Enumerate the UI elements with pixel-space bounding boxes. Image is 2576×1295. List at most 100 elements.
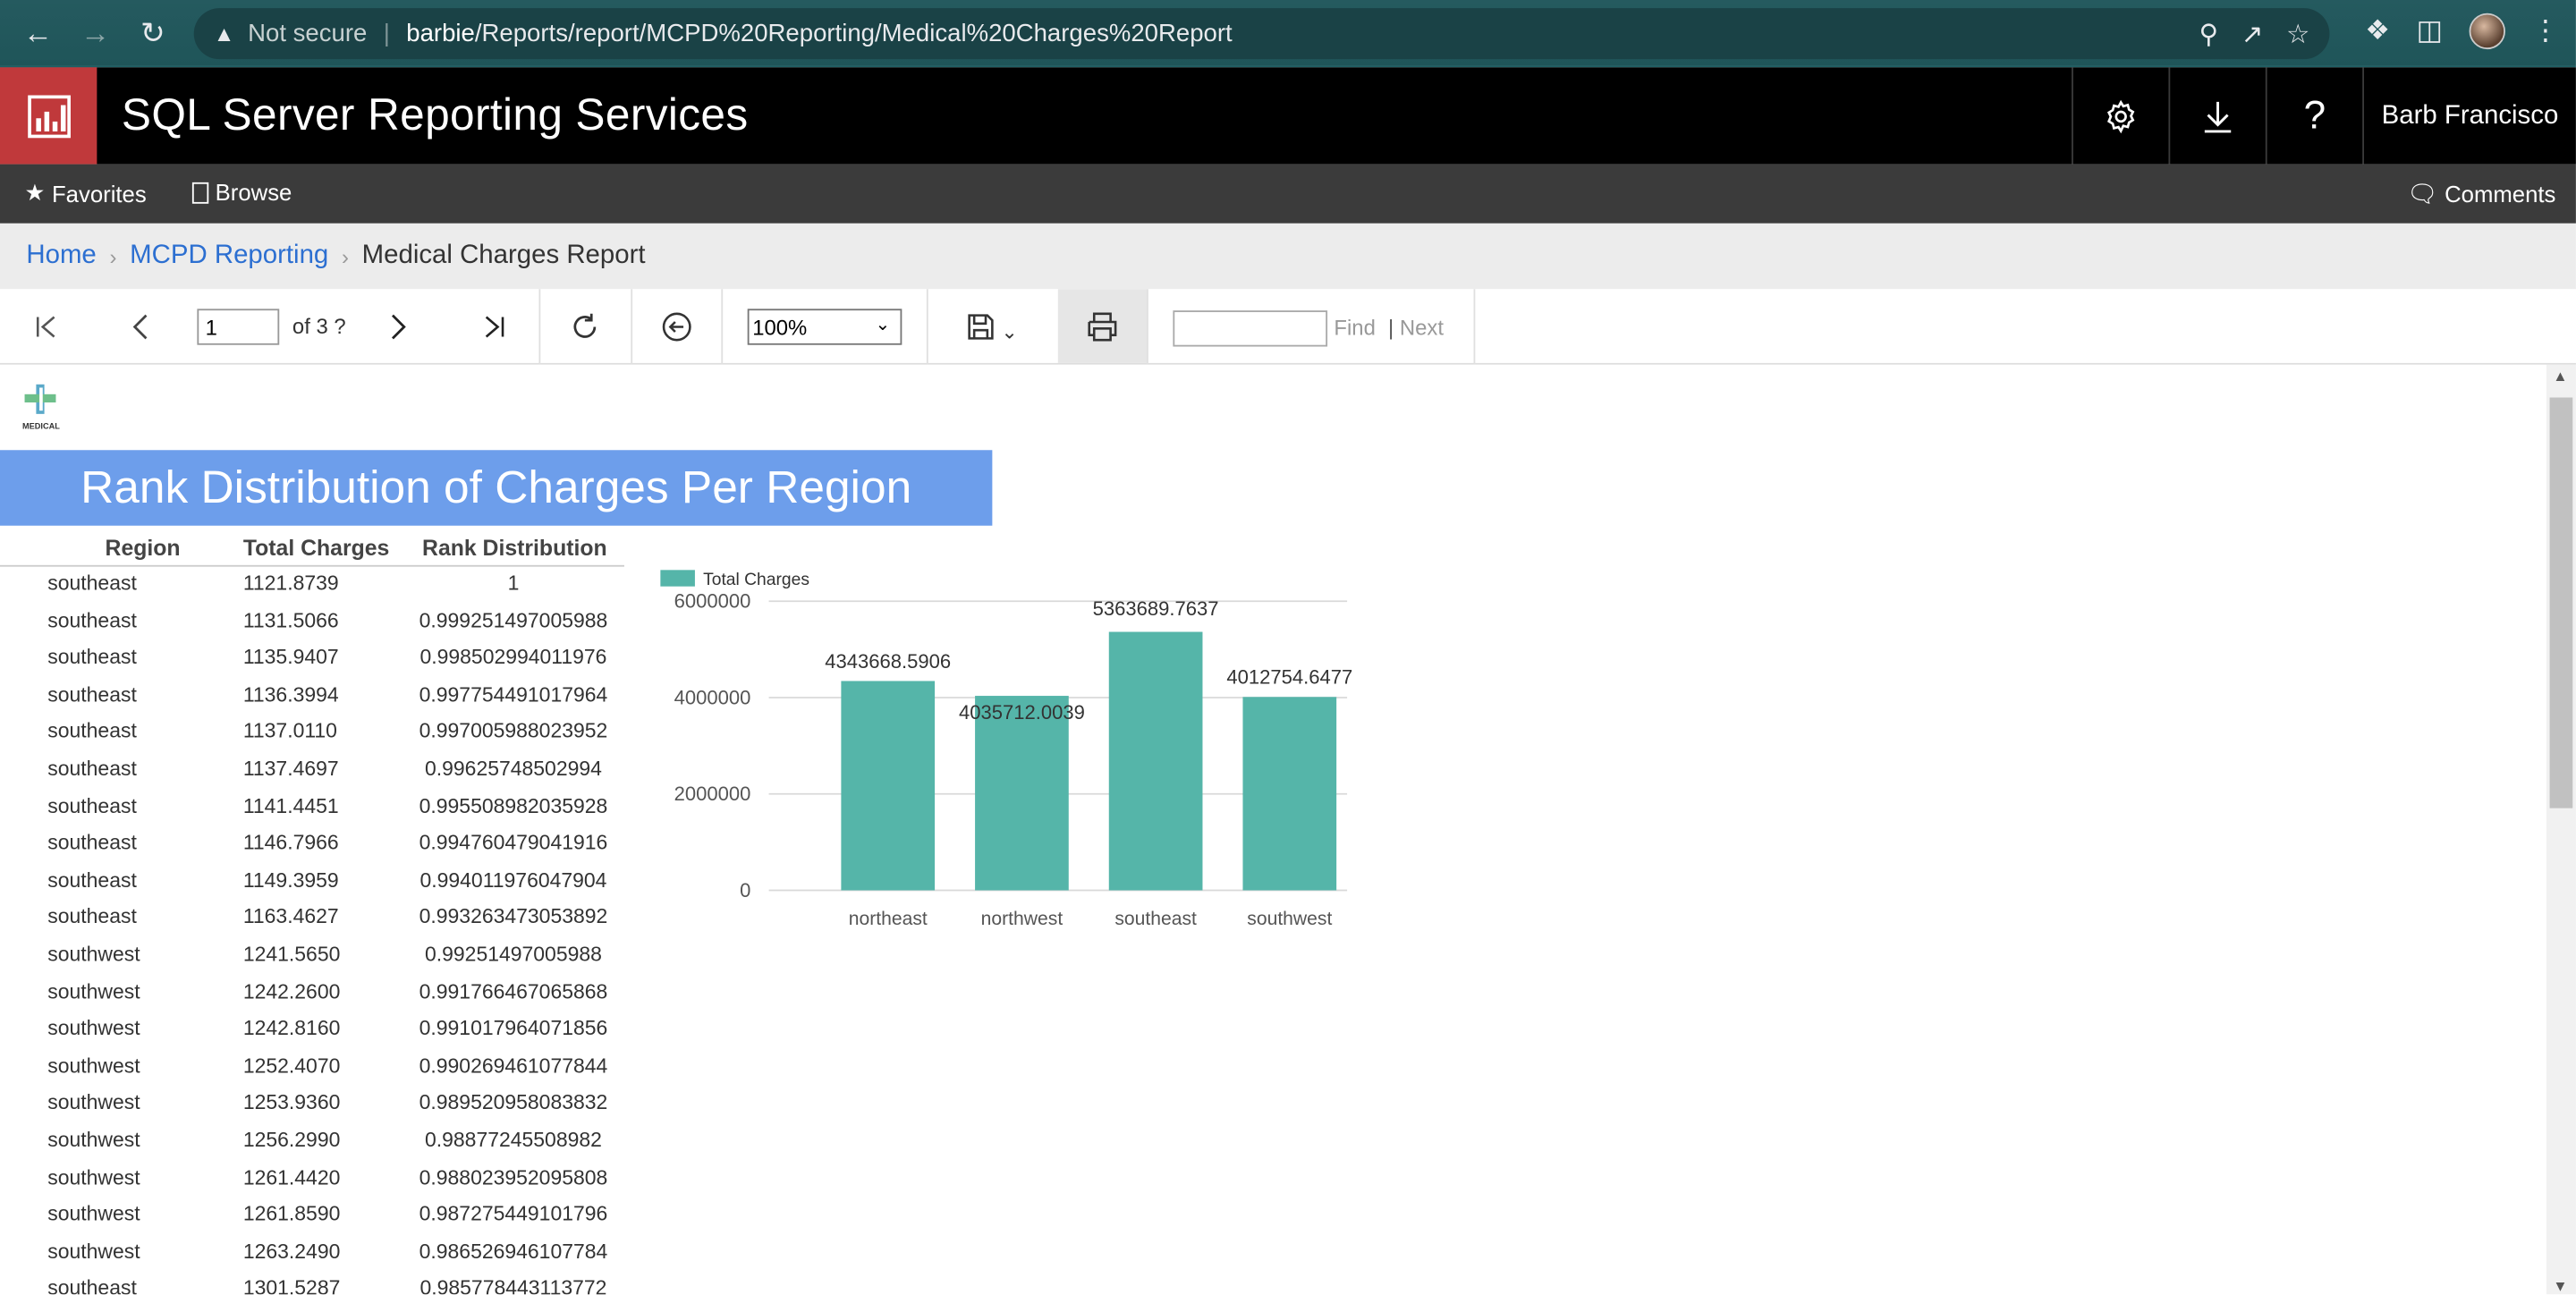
chevron-left-icon [132,314,148,340]
comments-link[interactable]: 🗨 Comments [2407,179,2556,208]
cell-region: southwest [47,1128,140,1152]
cell-total-charges: 1146.7966 [242,831,339,855]
last-page-button[interactable] [475,289,514,364]
zoom-icon[interactable]: ⚲ [2199,18,2218,51]
x-tick-label: southeast [1114,909,1197,929]
cell-rank-distribution: 0.99625748502994 [424,757,602,781]
favorites-link[interactable]: ★ Favorites [25,179,147,207]
bookmark-star-icon[interactable]: ☆ [2286,18,2309,51]
reload-icon[interactable]: ↻ [133,13,173,53]
save-icon [969,314,995,340]
extensions-icon[interactable]: ❖ [2365,15,2390,48]
scroll-up-icon[interactable]: ▲ [2553,368,2567,384]
table-row: southeast 1149.3959 0.994011976047904 [0,864,624,901]
menu-icon[interactable]: ⋮ [2531,15,2559,48]
export-button[interactable]: ⌄ [958,289,1027,364]
cell-region: southeast [47,794,137,817]
table-header: Region Total Charges Rank Distribution [0,530,624,567]
report-chart-icon [27,94,71,138]
address-bar[interactable]: ▲ Not secure | barbie/Reports/report/MCP… [193,8,2330,60]
cell-region: southeast [47,905,137,929]
find-next-button[interactable]: | Next [1388,316,1444,341]
chevron-right-icon: › [341,243,349,269]
cell-rank-distribution: 0.986526946107784 [419,1240,608,1263]
cell-rank-distribution: 0.993263473053892 [419,905,608,929]
table-row: southeast 1137.4697 0.99625748502994 [0,752,624,789]
data-label: 5363689.7637 [1093,597,1219,620]
browse-link[interactable]: Browse [191,179,292,206]
user-menu[interactable]: Barb Francisco [2362,67,2576,165]
browser-toolbar: ← → ↻ ▲ Not secure | barbie/Reports/repo… [0,0,2576,68]
cell-region: southwest [47,1017,140,1040]
cell-rank-distribution: 0.997754491017964 [419,682,608,707]
first-page-button[interactable] [26,289,65,364]
cell-region: southeast [47,868,137,892]
side-panel-icon[interactable]: ◫ [2417,15,2444,48]
cell-region: southeast [47,571,137,595]
cell-region: southeast [47,831,137,855]
cell-rank-distribution: 0.98877245508982 [424,1128,602,1152]
warning-icon: ▲ [213,21,235,47]
cell-region: southwest [47,943,140,966]
y-tick-label: 2000000 [674,783,751,805]
page-number-input[interactable] [197,309,280,345]
url-path: /Reports/report/MCPD%20Reporting/Medical… [474,20,1233,48]
cell-region: southeast [47,646,137,669]
toolbar-divider [631,289,633,365]
cell-total-charges: 1141.4451 [242,794,339,817]
find-button[interactable]: Find [1334,316,1375,341]
chevron-down-icon: ⌄ [1001,320,1018,343]
scroll-down-icon[interactable]: ▼ [2553,1278,2567,1294]
data-label: 4035712.0039 [959,701,1085,724]
report-toolbar: of 3 ? 100% ⌄ ⌄ Find | Next [0,289,2576,365]
back-icon[interactable]: ← [18,13,57,53]
cell-total-charges: 1256.2990 [242,1128,341,1152]
cell-region: southeast [47,608,137,632]
favorites-label: Favorites [51,180,147,207]
omnibox-separator: | [383,20,390,48]
breadcrumb-current: Medical Charges Report [361,241,646,270]
toolbar-divider [1473,289,1476,365]
profile-avatar[interactable] [2469,13,2505,50]
y-tick-label: 0 [740,879,750,901]
previous-page-button[interactable] [122,289,161,364]
cell-total-charges: 1263.2490 [242,1240,341,1263]
next-page-button[interactable] [377,289,417,364]
table-row: southwest 1252.4070 0.990269461077844 [0,1049,624,1086]
first-page-icon [36,316,55,338]
zoom-select[interactable]: 100% ⌄ [747,309,902,345]
find-input[interactable] [1173,310,1328,347]
vertical-scrollbar[interactable]: ▲ ▼ [2546,364,2576,1294]
download-icon [2204,100,2232,132]
cell-total-charges: 1241.5650 [242,943,341,966]
table-row: southeast 1136.3994 0.997754491017964 [0,678,624,715]
settings-button[interactable] [2072,67,2168,165]
download-button[interactable] [2168,67,2265,165]
cell-rank-distribution: 0.988023952095808 [419,1165,608,1189]
cell-rank-distribution: 0.987275449101796 [419,1202,608,1226]
column-header-rank-distribution: Rank Distribution [422,535,607,561]
cell-rank-distribution: 0.991766467065868 [419,979,608,1003]
scrollbar-thumb[interactable] [2549,397,2573,808]
cell-rank-distribution: 0.991017964071856 [419,1017,608,1040]
cell-total-charges: 1301.5287 [242,1276,341,1295]
cell-region: southeast [47,682,137,707]
back-to-parent-button[interactable] [656,289,699,364]
refresh-button[interactable] [564,289,606,364]
secondary-nav: ★ Favorites Browse 🗨 Comments [0,164,2576,224]
url-host: barbie [406,20,475,48]
share-icon[interactable]: ↗ [2241,18,2264,51]
help-button[interactable]: ? [2265,67,2362,165]
ssrs-logo[interactable] [0,67,97,165]
breadcrumb-folder[interactable]: MCPD Reporting [130,241,328,271]
data-label: 4012754.6477 [1226,666,1352,689]
bar-southwest [1242,697,1337,891]
breadcrumb-home[interactable]: Home [26,241,96,271]
logo-text: MEDICAL [22,421,60,430]
comment-icon: 🗨 [2406,181,2438,209]
medical-logo: MEDICAL [22,384,60,430]
forward-icon[interactable]: → [75,13,114,53]
app-title: SQL Server Reporting Services [121,90,749,140]
cell-total-charges: 1135.9407 [242,646,339,669]
gear-icon [2106,98,2135,133]
